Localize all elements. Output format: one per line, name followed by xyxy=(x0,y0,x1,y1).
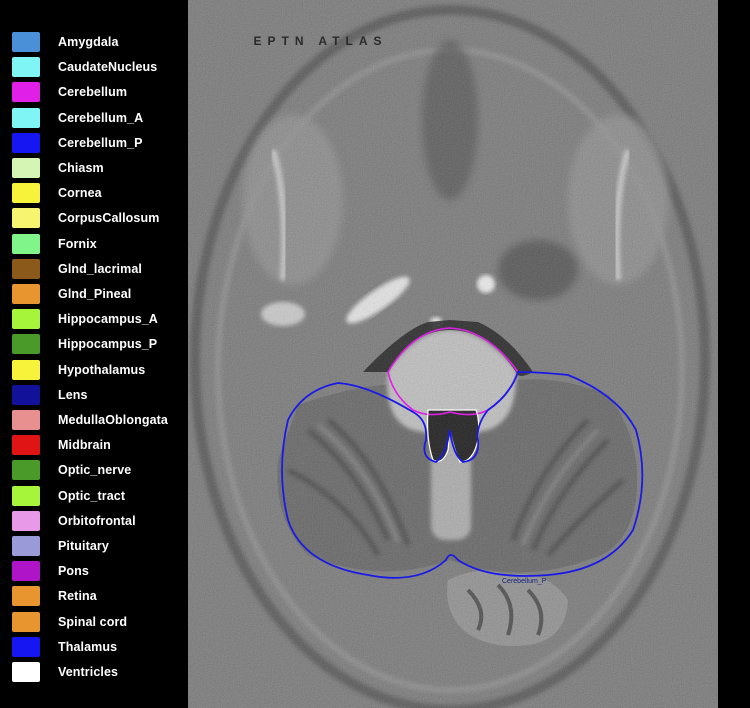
legend-item: Midbrain xyxy=(12,434,111,456)
legend-swatch xyxy=(12,460,40,481)
legend-swatch xyxy=(12,410,40,430)
legend-item: Retina xyxy=(12,585,97,607)
legend-label: Pons xyxy=(58,564,89,579)
legend-item: Spinal cord xyxy=(12,611,127,633)
right-border xyxy=(718,0,750,708)
legend-swatch xyxy=(12,561,40,582)
legend-swatch xyxy=(12,359,40,380)
legend-label: Thalamus xyxy=(58,639,118,654)
legend-item: Glnd_lacrimal xyxy=(12,258,142,280)
legend-swatch xyxy=(12,208,40,229)
contour-label: Cerebellum_P xyxy=(502,578,547,585)
legend-label: Cerebellum_P xyxy=(58,135,143,150)
legend-item: CorpusCallosum xyxy=(12,207,159,229)
legend-swatch xyxy=(12,485,40,506)
legend-item: Amygdala xyxy=(12,31,119,53)
legend-swatch xyxy=(12,611,40,632)
legend-item: Cornea xyxy=(12,182,102,204)
legend-swatch xyxy=(12,284,40,304)
legend-swatch xyxy=(12,258,40,279)
legend-label: Amygdala xyxy=(58,35,119,49)
legend-item: Optic_tract xyxy=(12,485,125,507)
legend-swatch xyxy=(12,384,40,405)
legend-item: Hypothalamus xyxy=(12,359,145,381)
legend-item: Lens xyxy=(12,384,88,406)
legend-swatch xyxy=(12,158,40,178)
legend-label: Hypothalamus xyxy=(58,362,146,377)
legend-item: MedullaOblongata xyxy=(12,409,168,431)
legend-swatch xyxy=(12,233,40,254)
mri-axial-slice xyxy=(188,0,718,708)
legend-label: Retina xyxy=(58,589,97,604)
legend-swatch xyxy=(12,636,40,657)
legend-swatch xyxy=(12,82,40,103)
legend-label: CorpusCallosum xyxy=(58,211,160,226)
legend-label: Lens xyxy=(58,387,88,402)
legend-swatch xyxy=(12,57,40,78)
legend-item: Ventricles xyxy=(12,661,118,683)
legend-label: Fornix xyxy=(58,236,97,251)
legend-swatch xyxy=(12,536,40,556)
legend-swatch xyxy=(12,510,40,531)
legend-swatch xyxy=(12,435,40,456)
structure-legend: Amygdala CaudateNucleus Cerebellum Cerebell… xyxy=(0,0,188,708)
legend-item: Hippocampus_P xyxy=(12,333,157,355)
legend-label: Hippocampus_A xyxy=(58,312,158,327)
legend-swatch xyxy=(12,132,40,153)
legend-label: Cerebellum xyxy=(58,85,128,100)
legend-label: Optic_tract xyxy=(58,488,126,503)
legend-label: Ventricles xyxy=(58,665,119,679)
legend-label: Spinal cord xyxy=(58,614,128,629)
legend-item: CaudateNucleus xyxy=(12,56,157,78)
legend-label: CaudateNucleus xyxy=(58,60,158,75)
legend-swatch xyxy=(12,107,40,128)
legend-swatch xyxy=(12,309,40,330)
legend-item: Chiasm xyxy=(12,157,104,179)
legend-swatch xyxy=(12,662,40,682)
legend-label: Glnd_lacrimal xyxy=(58,261,142,276)
legend-item: Thalamus xyxy=(12,636,117,658)
legend-label: Chiasm xyxy=(58,161,104,175)
legend-label: Pituitary xyxy=(58,539,109,553)
legend-item: Pons xyxy=(12,560,89,582)
legend-item: Glnd_Pineal xyxy=(12,283,131,305)
legend-label: Midbrain xyxy=(58,438,111,453)
legend-item: Hippocampus_A xyxy=(12,308,158,330)
legend-swatch xyxy=(12,586,40,607)
legend-item: Pituitary xyxy=(12,535,109,557)
legend-label: Cerebellum_A xyxy=(58,110,144,125)
legend-label: Orbitofrontal xyxy=(58,513,136,528)
legend-label: MedullaOblongata xyxy=(58,413,168,427)
legend-item: Cerebellum_A xyxy=(12,107,143,129)
legend-swatch xyxy=(12,334,40,355)
legend-label: Optic_nerve xyxy=(58,463,132,478)
atlas-watermark: EPTN ATLAS xyxy=(253,34,388,48)
legend-label: Glnd_Pineal xyxy=(58,287,132,301)
legend-item: Fornix xyxy=(12,233,97,255)
legend-swatch xyxy=(12,183,40,204)
legend-item: Cerebellum xyxy=(12,81,127,103)
legend-swatch xyxy=(12,32,40,52)
legend-item: Orbitofrontal xyxy=(12,510,136,532)
legend-label: Hippocampus_P xyxy=(58,337,158,352)
legend-item: Optic_nerve xyxy=(12,459,131,481)
legend-label: Cornea xyxy=(58,186,102,201)
legend-item: Cerebellum_P xyxy=(12,132,143,154)
atlas-viewer: Amygdala CaudateNucleus Cerebellum Cerebell… xyxy=(0,0,750,708)
